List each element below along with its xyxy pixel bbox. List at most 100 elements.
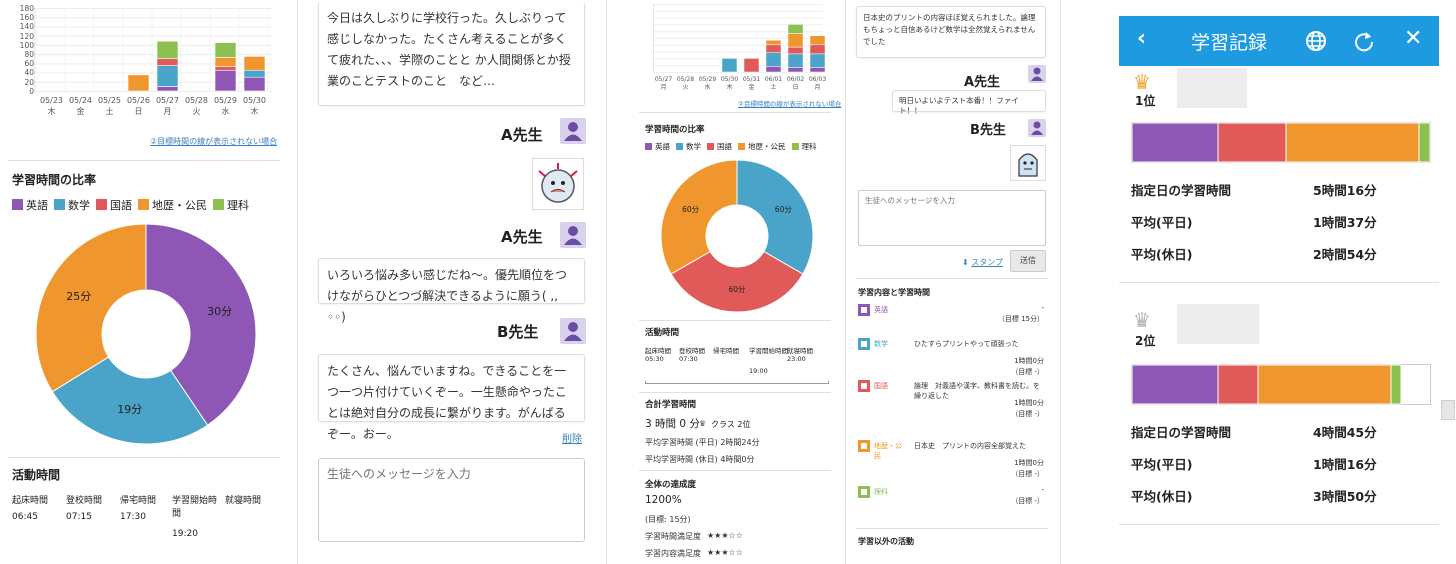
- y-tick: 80: [24, 50, 34, 59]
- rank2-weekday-label: 平均(平日): [1131, 457, 1193, 472]
- bar-segment: [743, 58, 760, 73]
- student-message-bubble: 今日は久しぶりに学校行った。久しぶりって感じしなかった。たくさん考えることが多く…: [318, 2, 585, 106]
- subject-dash: -: [1041, 486, 1044, 494]
- x-tick-date: 05/25: [98, 96, 121, 105]
- back-icon[interactable]: ‹: [1137, 26, 1146, 51]
- bar-segment: [787, 46, 804, 55]
- bar-segment: [156, 65, 179, 87]
- satisfaction-content-stars: ★★★☆☆: [707, 548, 743, 557]
- message-input[interactable]: [318, 458, 585, 542]
- x-tick-date: 05/28: [185, 96, 208, 105]
- x-tick-date: 05/30: [721, 76, 738, 83]
- activity-header: 学習開始時間: [749, 347, 788, 355]
- x-tick-date: 05/28: [677, 76, 694, 83]
- x-tick-weekday: 日: [135, 107, 143, 116]
- bar-segment: [214, 42, 237, 58]
- rank2-label: 2位: [1135, 334, 1156, 348]
- bar-segment: [156, 40, 179, 60]
- x-tick-weekday: 月: [164, 107, 172, 116]
- rank2-day-value: 4時間45分: [1313, 425, 1377, 440]
- bar-segment: [1285, 122, 1420, 163]
- close-icon[interactable]: ✕: [1404, 26, 1422, 51]
- delete-link[interactable]: 削除: [562, 430, 582, 445]
- teacher-a-name-2: A先生: [501, 228, 543, 246]
- globe-icon[interactable]: [1305, 30, 1327, 52]
- daily-study-bar-chart: 05/27月05/28火05/29水05/30木05/31金06/01土06/0…: [653, 4, 826, 91]
- activity-header: 学習開始時: [172, 496, 218, 506]
- teacher-a-name: A先生: [964, 75, 1001, 90]
- subject-time: 1時間0分 （目標 -）: [1011, 399, 1044, 418]
- slice-label: 25分: [66, 290, 91, 303]
- total-value: 3 時間 0 分: [645, 418, 700, 430]
- y-tick: 20: [24, 77, 34, 87]
- legend-item: 英語: [645, 142, 670, 151]
- x-tick-weekday: 月: [814, 84, 820, 91]
- teacher-b-avatar: [560, 318, 586, 344]
- subject-name: 理科: [874, 488, 888, 496]
- subject-time: 1時間0分 （目標 -）: [1011, 357, 1044, 376]
- stamp-link[interactable]: ⬇ スタンプ: [962, 257, 1003, 268]
- subject-time: （目標 -）: [1011, 497, 1044, 505]
- activity-header: 登校時間: [66, 496, 103, 506]
- rank2-holiday-value: 3時間50分: [1313, 489, 1377, 504]
- activity-header: 帰宅時間: [120, 496, 157, 506]
- bar-segment: [787, 67, 804, 73]
- bar-segment: [787, 24, 804, 34]
- activity-header: 起床時間: [645, 347, 671, 355]
- legend-item: 英語: [12, 199, 48, 212]
- activity-header: 起床時間: [12, 496, 49, 506]
- activity-times: 起床時間 登校時間 帰宅時間 学習開始時 就寝時間間 06:45 07:15 17:30 19:…: [12, 493, 292, 553]
- rank2-day-label: 指定日の学習時間: [1131, 425, 1232, 440]
- sticker-image: [1010, 145, 1046, 181]
- bar-segment: [787, 53, 804, 68]
- gold-crown-icon: ♛: [1133, 70, 1151, 94]
- legend-item: 理科: [791, 142, 817, 151]
- scroll-handle[interactable]: [1441, 400, 1455, 420]
- rank2-holiday-label: 平均(休日): [1131, 489, 1193, 504]
- app-header: ‹ 学習記録 ✕: [1119, 16, 1439, 66]
- x-tick-date: 05/23: [40, 96, 63, 105]
- teacher-b-name: B先生: [497, 323, 539, 341]
- x-tick-weekday: 土: [106, 106, 114, 116]
- x-tick-date: 05/27: [156, 96, 179, 105]
- legend-swatch: [791, 143, 799, 150]
- x-tick-weekday: 水: [704, 83, 710, 91]
- legend-item: 国語: [707, 142, 732, 151]
- activity-value: 17:30: [120, 512, 146, 522]
- teacher-a-avatar: [560, 118, 586, 144]
- legend-swatch: [738, 143, 745, 150]
- activity-header-extra: 間: [172, 509, 182, 519]
- subject-time: （目標 15分）: [997, 315, 1044, 323]
- message-input[interactable]: [858, 190, 1046, 246]
- slice-label: 19分: [117, 403, 142, 416]
- x-tick-date: 06/02: [787, 76, 804, 83]
- x-tick-weekday: 水: [222, 106, 230, 116]
- achievement-value: 1200%: [645, 494, 682, 506]
- sticker-image: [532, 158, 584, 210]
- rank2-avatar-placeholder: [1177, 304, 1259, 344]
- x-tick-weekday: 土: [770, 83, 776, 91]
- bar-segment: [1390, 364, 1402, 405]
- bar-segment: [243, 56, 266, 71]
- bar-chart-y-axis: 180 160 140 120 100 80 60 40 20 0: [8, 4, 34, 98]
- legend-swatch: [54, 199, 65, 210]
- subject-name: 数学: [874, 340, 888, 348]
- target-line-help-link[interactable]: ②目標時間の線が表示されない場合: [738, 98, 841, 108]
- ratio-title: 学習時間の比率: [645, 125, 705, 135]
- y-tick: 40: [24, 68, 34, 78]
- x-tick-weekday: 火: [682, 84, 688, 91]
- activity-timeline: [645, 381, 829, 384]
- activity-header: 就寝時間: [225, 496, 262, 506]
- panel-student-report-1: 180 160 140 120 100 80 60 40 20 0 05/23 木 05/24 金 05/…: [0, 0, 296, 564]
- legend-item: 数学: [54, 199, 90, 212]
- bar-chart-y-axis: [643, 4, 653, 72]
- subject-name: 地歴・公民: [874, 442, 902, 460]
- legend-item: 理科: [213, 199, 249, 212]
- other-activities-title: 学習以外の活動: [858, 537, 914, 546]
- bar-segment: [214, 57, 237, 67]
- activity-value: 23:00: [787, 355, 806, 363]
- send-button[interactable]: 送信: [1010, 250, 1046, 272]
- refresh-icon[interactable]: [1353, 30, 1375, 52]
- target-line-help-link[interactable]: ②目標時間の線が表示されない場合: [150, 136, 277, 147]
- achievement-title: 全体の達成度: [645, 480, 697, 490]
